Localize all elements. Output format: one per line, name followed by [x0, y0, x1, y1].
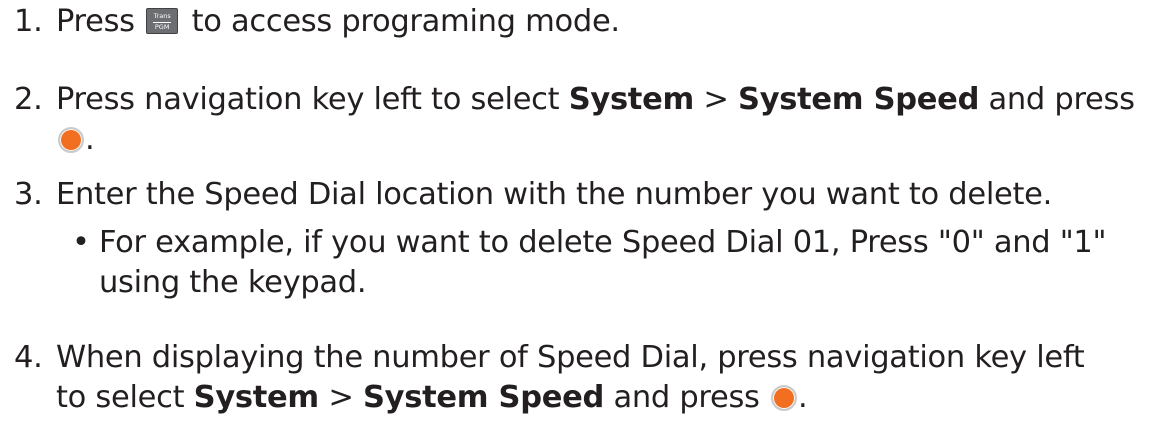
step-text: Enter the Speed Dial location with the n…: [56, 177, 1052, 212]
step-text-post: and press: [613, 380, 760, 415]
step-text-post: to access programing mode.: [191, 4, 621, 39]
step-text-end: .: [85, 122, 95, 157]
menu-system: System: [193, 380, 320, 415]
step-text-post: and press: [988, 82, 1135, 117]
key-label-top: Trans: [153, 12, 171, 20]
ok-button-icon: [771, 385, 798, 411]
step-text-pre: to select: [56, 380, 185, 415]
trans-pgm-key-icon: Trans PGM: [146, 8, 179, 34]
step-number: 4.: [14, 340, 43, 375]
bullet-icon: •: [72, 225, 90, 260]
step-text: Press Trans PGM to access programing mod…: [56, 2, 620, 42]
step-number: 2.: [14, 82, 43, 117]
step-text-continued: .: [56, 120, 95, 160]
sub-step-text-line-1: For example, if you want to delete Speed…: [99, 225, 1107, 260]
ok-button-icon: [58, 127, 84, 153]
step-text-pre: Press: [56, 4, 135, 39]
step-text-line-1: When displaying the number of Speed Dial…: [56, 340, 1085, 375]
menu-separator: >: [328, 380, 354, 415]
step-text: Press navigation key left to select Syst…: [56, 80, 1135, 120]
step-number: 3.: [14, 177, 43, 212]
sub-step-text-line-2: using the keypad.: [99, 265, 367, 300]
menu-system-speed: System Speed: [362, 380, 605, 415]
step-text-line-2: to select System > System Speed and pres…: [56, 378, 808, 418]
step-text-end: .: [798, 380, 808, 415]
step-number: 1.: [14, 4, 43, 39]
menu-separator: >: [703, 82, 729, 117]
menu-system: System: [568, 82, 695, 117]
menu-system-speed: System Speed: [738, 82, 980, 117]
key-label-bottom: PGM: [153, 22, 172, 31]
instruction-steps: 1. Press Trans PGM to access programing …: [0, 0, 1171, 421]
step-text-pre: Press navigation key left to select: [56, 82, 560, 117]
